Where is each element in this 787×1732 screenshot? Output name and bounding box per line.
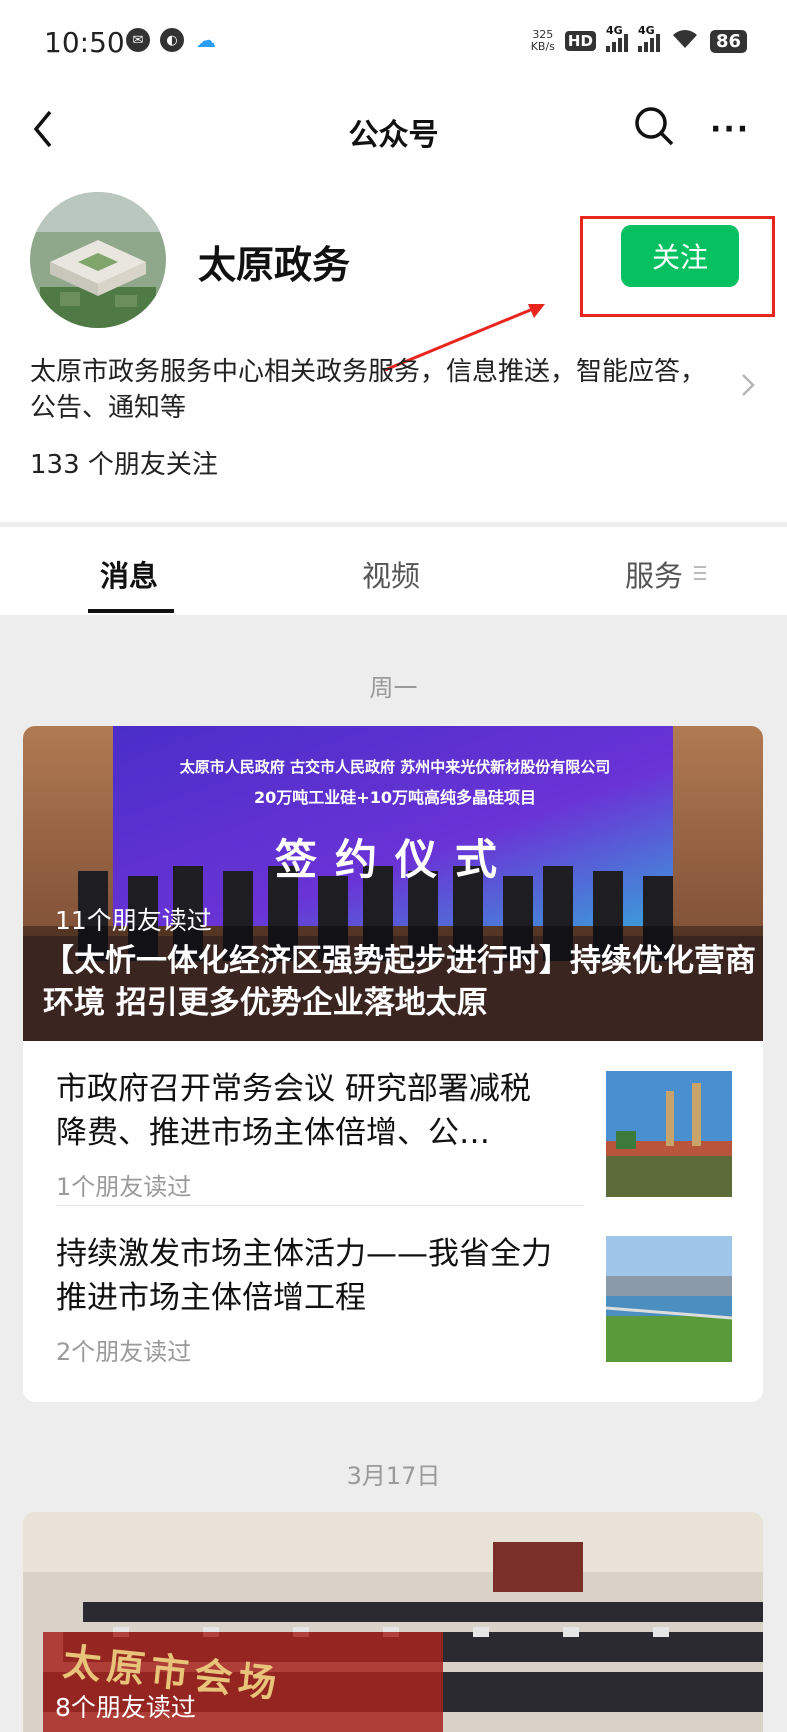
status-bar: 10:50 ✉ ◐ ☁ 325 KB/s HD 4G 4G 86 [0, 0, 787, 86]
article-title: 持续激发市场主体活力——我省全力推进市场主体倍增工程 [56, 1236, 552, 1316]
date-label: 周一 [369, 674, 418, 702]
article-cover[interactable]: 太原市人民政府 古交市人民政府 苏州中来光伏新材股份有限公司 20万吨工业硅+1… [23, 726, 763, 1041]
account-name: 太原政务 [198, 243, 351, 287]
article-read-count: 1个朋友读过 [56, 1173, 192, 1201]
banner-line-1: 太原市人民政府 古交市人民政府 苏州中来光伏新材股份有限公司 [179, 758, 611, 776]
article-read-count: 2个朋友读过 [56, 1338, 192, 1366]
article-thumbnail [606, 1071, 732, 1197]
active-tab-indicator [88, 609, 174, 613]
more-menu-icon[interactable]: ··· [710, 112, 750, 147]
cover-read-count: 11个朋友读过 [55, 906, 212, 935]
speed-unit: KB/s [530, 40, 555, 53]
network-type-1: 4G [605, 24, 623, 37]
wechat-icon: ✉ [126, 28, 150, 52]
battery-icon: 86 [709, 29, 747, 53]
article-card: 太原市会场 8个朋友读过 [23, 1512, 763, 1732]
article-item[interactable]: 市政府召开常务会议 研究部署减税降费、推进市场主体倍增、公… 1个朋友读过 [23, 1041, 763, 1206]
tab-messages[interactable]: 消息 [100, 553, 158, 595]
article-card: 太原市人民政府 古交市人民政府 苏州中来光伏新材股份有限公司 20万吨工业硅+1… [23, 726, 763, 1402]
notification-icons: ✉ ◐ ☁ [126, 28, 218, 52]
tab-videos[interactable]: 视频 [362, 553, 420, 595]
article-title: 市政府召开常务会议 研究部署减税降费、推进市场主体倍增、公… [56, 1071, 531, 1151]
compass-icon: ◐ [160, 28, 184, 52]
banner-line-2: 20万吨工业硅+10万吨高纯多晶硅项目 [254, 788, 536, 807]
account-avatar [30, 192, 166, 328]
friends-following-count: 133 个朋友关注 [30, 450, 218, 480]
follow-button[interactable]: 关注 [621, 225, 739, 287]
network-speed: 325 KB/s [531, 29, 555, 53]
wifi-icon [670, 26, 700, 56]
search-icon[interactable] [632, 104, 676, 148]
nav-bar: 公众号 ··· [0, 86, 787, 172]
network-type-2: 4G [637, 24, 655, 37]
account-description[interactable]: 太原市政务服务中心相关政务服务，信息推送，智能应答，公告、通知等 [30, 354, 730, 426]
status-right: 325 KB/s HD 4G 4G 86 [531, 24, 747, 56]
banner-line-3: 签约仪式 [274, 835, 515, 884]
hd-icon: HD [564, 31, 596, 51]
content-tabs: 消息 视频 服务 [0, 527, 787, 615]
menu-lines-icon[interactable] [693, 565, 707, 581]
signal-icon-2: 4G [637, 24, 660, 52]
account-profile: 太原政务 关注 太原市政务服务中心相关政务服务，信息推送，智能应答，公告、通知等… [0, 172, 787, 522]
signal-icon-1: 4G [605, 24, 628, 52]
cover-read-count: 8个朋友读过 [55, 1693, 196, 1722]
date-label: 3月17日 [346, 1462, 441, 1490]
article-item[interactable]: 持续激发市场主体活力——我省全力推进市场主体倍增工程 2个朋友读过 [23, 1206, 763, 1371]
cover-title: 【太忻一体化经济区强势起步进行时】持续优化营商环境 招引更多优势企业落地太原 [43, 943, 756, 1021]
chevron-right-icon[interactable] [740, 372, 756, 398]
article-cover[interactable]: 太原市会场 8个朋友读过 [23, 1512, 763, 1732]
article-thumbnail [606, 1236, 732, 1362]
cloud-icon: ☁ [196, 28, 216, 52]
status-time: 10:50 [44, 26, 125, 59]
tab-services[interactable]: 服务 [625, 553, 683, 595]
